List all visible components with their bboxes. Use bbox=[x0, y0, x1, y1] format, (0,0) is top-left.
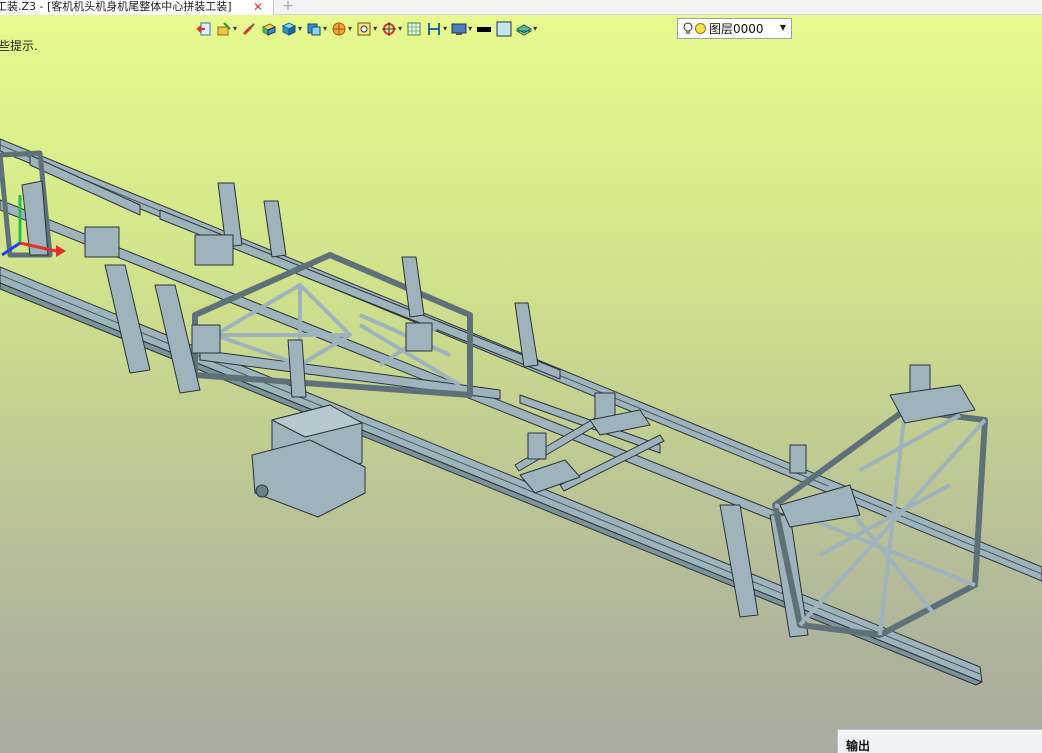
lightbulb-icon bbox=[683, 22, 693, 34]
solid-box-icon bbox=[281, 21, 297, 36]
chevron-down-icon[interactable]: ▼ bbox=[780, 23, 786, 32]
output-panel-title: 输出 bbox=[846, 739, 871, 753]
chevron-down-icon[interactable]: ▾ bbox=[373, 24, 377, 33]
main-rail-front bbox=[0, 266, 983, 686]
shaded-solid-icon bbox=[261, 22, 277, 36]
display-settings-icon bbox=[451, 23, 467, 35]
chevron-down-icon[interactable]: ▾ bbox=[348, 24, 352, 33]
dimension-button[interactable]: ▾ bbox=[426, 19, 447, 39]
layer-color-swatch bbox=[695, 23, 706, 34]
render-sphere-button[interactable]: ▾ bbox=[331, 19, 352, 39]
chevron-down-icon[interactable]: ▾ bbox=[468, 24, 472, 33]
output-panel[interactable]: 输出 bbox=[837, 729, 1042, 753]
exit-sketch-button[interactable] bbox=[196, 19, 212, 39]
layer-stack-icon bbox=[516, 23, 533, 36]
grid-button[interactable] bbox=[406, 19, 422, 39]
document-tab-title: 工装.Z3 - [客机机头机身机尾整体中心拼装工装] bbox=[0, 0, 232, 13]
chevron-down-icon[interactable]: ▾ bbox=[233, 24, 237, 33]
snap-target-button[interactable]: ▾ bbox=[381, 19, 402, 39]
brush-icon bbox=[242, 22, 255, 35]
shaded-solid-button[interactable] bbox=[261, 19, 277, 39]
brush-button[interactable] bbox=[241, 19, 257, 39]
line-color-button[interactable] bbox=[476, 19, 492, 39]
layer-select[interactable]: 图层0000 ▼ bbox=[677, 18, 792, 39]
document-tab[interactable]: 工装.Z3 - [客机机头机身机尾整体中心拼装工装] ✕ bbox=[0, 0, 274, 15]
feature-tools-icon bbox=[217, 21, 231, 35]
display-settings-button[interactable]: ▾ bbox=[451, 19, 472, 39]
solid-box-button[interactable]: ▾ bbox=[281, 19, 302, 39]
prompt-hint: 些提示. bbox=[0, 39, 38, 53]
view-cube-icon bbox=[307, 23, 321, 35]
snap-target-icon bbox=[382, 21, 397, 36]
document-tab-bar: 工装.Z3 - [客机机头机身机尾整体中心拼装工装] ✕ + bbox=[0, 0, 1042, 15]
cad-model-scene[interactable] bbox=[0, 15, 1042, 753]
face-color-icon bbox=[496, 21, 512, 36]
layer-select-value: 图层0000 bbox=[709, 22, 764, 36]
lift-cart bbox=[251, 404, 366, 518]
exit-sketch-icon bbox=[196, 22, 211, 35]
dimension-icon bbox=[428, 22, 441, 35]
chevron-down-icon[interactable]: ▾ bbox=[323, 24, 327, 33]
line-color-icon bbox=[477, 26, 492, 32]
3d-viewport[interactable]: 些提示. ▾ ▾ ▾ ▾ ▾ ▾ ▾ ▾ ▾ 图层0000 ▼ bbox=[0, 15, 1042, 753]
zoom-window-icon bbox=[357, 22, 371, 35]
close-tab-icon[interactable]: ✕ bbox=[252, 0, 264, 14]
zoom-window-button[interactable]: ▾ bbox=[356, 19, 377, 39]
render-sphere-icon bbox=[332, 22, 346, 35]
new-tab-icon[interactable]: + bbox=[281, 0, 295, 14]
view-cube-button[interactable]: ▾ bbox=[306, 19, 327, 39]
view-toolbar: ▾ ▾ ▾ ▾ ▾ ▾ ▾ ▾ ▾ bbox=[196, 18, 541, 39]
face-color-button[interactable] bbox=[496, 19, 512, 39]
chevron-down-icon[interactable]: ▾ bbox=[398, 24, 402, 33]
grid-icon bbox=[407, 22, 421, 35]
layer-stack-button[interactable]: ▾ bbox=[516, 19, 537, 39]
chevron-down-icon[interactable]: ▾ bbox=[533, 24, 537, 33]
feature-tools-button[interactable]: ▾ bbox=[216, 19, 237, 39]
chevron-down-icon[interactable]: ▾ bbox=[298, 24, 302, 33]
chevron-down-icon[interactable]: ▾ bbox=[443, 24, 447, 33]
